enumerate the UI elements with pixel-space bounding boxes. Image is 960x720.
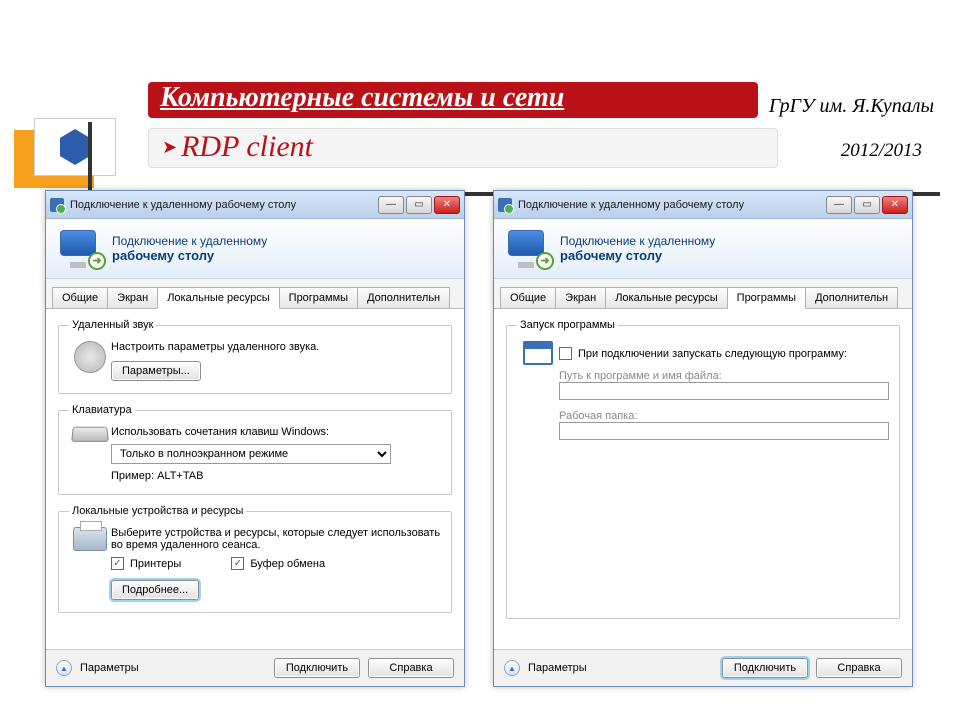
- printers-checkbox[interactable]: [111, 557, 124, 570]
- tab-general[interactable]: Общие: [500, 287, 556, 308]
- legend-keyboard: Клавиатура: [69, 404, 135, 416]
- close-button[interactable]: ✕: [882, 196, 908, 214]
- printer-icon: [69, 527, 111, 551]
- close-button[interactable]: ✕: [434, 196, 460, 214]
- keyboard-icon: [69, 426, 111, 442]
- connect-button[interactable]: Подключить: [722, 658, 808, 678]
- rdp-dialog-programs: Подключение к удаленному рабочему столу …: [493, 190, 913, 687]
- window-title: Подключение к удаленному рабочему столу: [70, 199, 378, 211]
- tab-display[interactable]: Экран: [107, 287, 158, 308]
- legend-devices: Локальные устройства и ресурсы: [69, 505, 246, 517]
- tab-programs[interactable]: Программы: [279, 287, 358, 308]
- app-icon: [50, 198, 64, 212]
- options-label[interactable]: Параметры: [528, 662, 587, 674]
- group-keyboard: Клавиатура Использовать сочетания клавиш…: [58, 404, 452, 495]
- audio-desc: Настроить параметры удаленного звука.: [111, 341, 441, 353]
- printers-label: Принтеры: [130, 558, 181, 570]
- monitor-icon: ➜: [60, 230, 102, 268]
- window-title: Подключение к удаленному рабочему столу: [518, 199, 826, 211]
- help-button[interactable]: Справка: [368, 658, 454, 678]
- legend-start-program: Запуск программы: [517, 319, 618, 331]
- tab-general[interactable]: Общие: [52, 287, 108, 308]
- minimize-button[interactable]: —: [826, 196, 852, 214]
- banner: ➜ Подключение к удаленному рабочему стол…: [494, 219, 912, 279]
- slide-title: Компьютерные системы и сети: [160, 82, 564, 114]
- banner-line2: рабочему столу: [112, 248, 267, 263]
- devices-desc: Выберите устройства и ресурсы, которые с…: [111, 527, 441, 551]
- folder-label: Рабочая папка:: [559, 410, 889, 422]
- titlebar[interactable]: Подключение к удаленному рабочему столу …: [46, 191, 464, 219]
- keyboard-example: Пример: ALT+TAB: [111, 470, 441, 482]
- more-devices-button[interactable]: Подробнее...: [111, 580, 199, 600]
- tab-advanced[interactable]: Дополнительн: [805, 287, 898, 308]
- dialog-footer: ▲ Параметры Подключить Справка: [46, 649, 464, 686]
- connect-button[interactable]: Подключить: [274, 658, 360, 678]
- clipboard-label: Буфер обмена: [250, 558, 325, 570]
- tab-strip: Общие Экран Локальные ресурсы Программы …: [46, 279, 464, 309]
- program-path-input[interactable]: [559, 382, 889, 400]
- tab-local-resources[interactable]: Локальные ресурсы: [157, 287, 279, 309]
- monitor-icon: ➜: [508, 230, 550, 268]
- tab-strip: Общие Экран Локальные ресурсы Программы …: [494, 279, 912, 309]
- slide-subtitle: RDP client: [162, 130, 313, 164]
- tab-body-programs: Запуск программы При подключении запуска…: [494, 309, 912, 649]
- keyboard-desc: Использовать сочетания клавиш Windows:: [111, 426, 441, 438]
- clipboard-checkbox[interactable]: [231, 557, 244, 570]
- app-icon: [498, 198, 512, 212]
- tab-body-local: Удаленный звук Настроить параметры удале…: [46, 309, 464, 649]
- collapse-options-button[interactable]: ▲: [504, 660, 520, 676]
- path-label: Путь к программе и имя файла:: [559, 370, 889, 382]
- legend-audio: Удаленный звук: [69, 319, 156, 331]
- year-label: 2012/2013: [841, 140, 922, 162]
- banner-line1: Подключение к удаленному: [560, 234, 715, 248]
- titlebar[interactable]: Подключение к удаленному рабочему столу …: [494, 191, 912, 219]
- rdp-dialog-local: Подключение к удаленному рабочему столу …: [45, 190, 465, 687]
- group-start-program: Запуск программы При подключении запуска…: [506, 319, 900, 619]
- logo: [14, 118, 120, 196]
- tab-display[interactable]: Экран: [555, 287, 606, 308]
- university-label: ГрГУ им. Я.Купалы: [769, 95, 934, 118]
- speaker-icon: [69, 341, 111, 373]
- working-folder-input[interactable]: [559, 422, 889, 440]
- banner: ➜ Подключение к удаленному рабочему стол…: [46, 219, 464, 279]
- minimize-button[interactable]: —: [378, 196, 404, 214]
- maximize-button[interactable]: ▭: [406, 196, 432, 214]
- keyboard-combo[interactable]: Только в полноэкранном режиме: [111, 444, 391, 464]
- tab-advanced[interactable]: Дополнительн: [357, 287, 450, 308]
- audio-settings-button[interactable]: Параметры...: [111, 361, 201, 381]
- tab-programs[interactable]: Программы: [727, 287, 806, 309]
- banner-line1: Подключение к удаленному: [112, 234, 267, 248]
- start-program-checkbox[interactable]: [559, 347, 572, 360]
- collapse-options-button[interactable]: ▲: [56, 660, 72, 676]
- dialog-footer: ▲ Параметры Подключить Справка: [494, 649, 912, 686]
- program-icon: [517, 341, 559, 365]
- start-program-label: При подключении запускать следующую прог…: [578, 348, 847, 360]
- banner-line2: рабочему столу: [560, 248, 715, 263]
- options-label[interactable]: Параметры: [80, 662, 139, 674]
- group-devices: Локальные устройства и ресурсы Выберите …: [58, 505, 452, 613]
- maximize-button[interactable]: ▭: [854, 196, 880, 214]
- group-audio: Удаленный звук Настроить параметры удале…: [58, 319, 452, 394]
- help-button[interactable]: Справка: [816, 658, 902, 678]
- tab-local-resources[interactable]: Локальные ресурсы: [605, 287, 727, 308]
